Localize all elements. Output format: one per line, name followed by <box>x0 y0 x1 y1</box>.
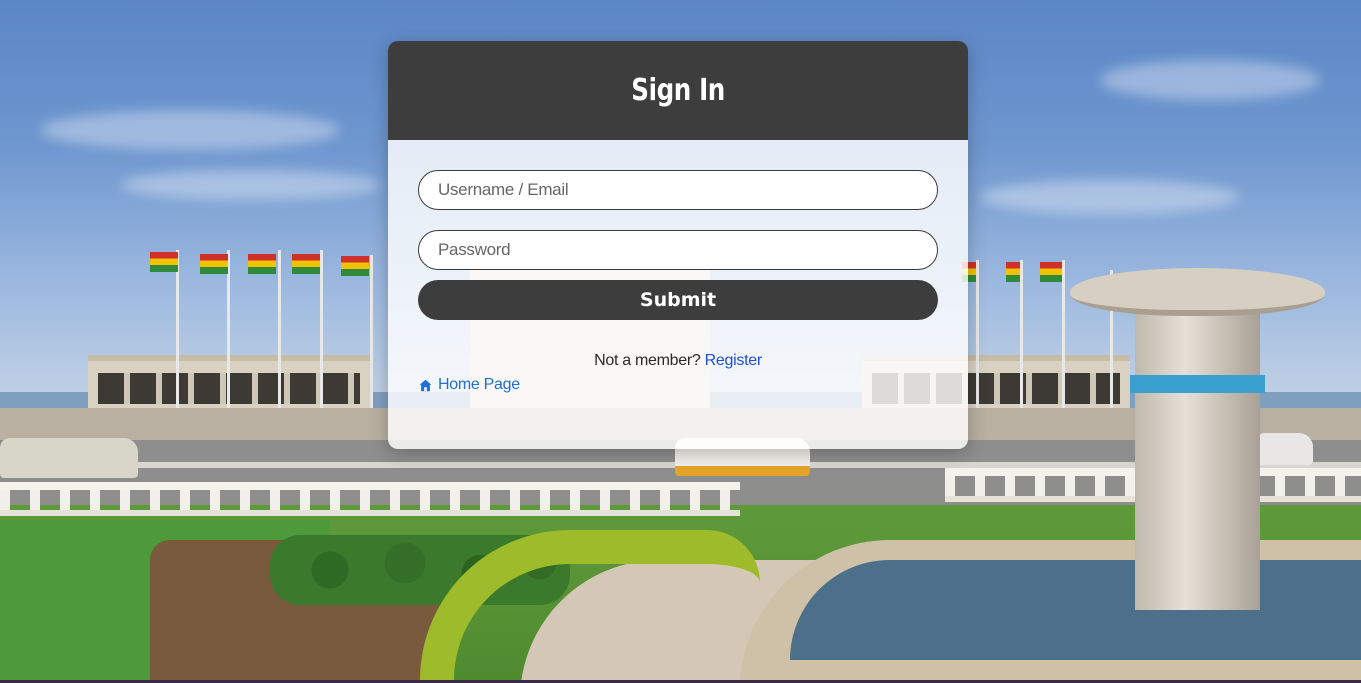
username-input[interactable] <box>418 170 938 210</box>
flag <box>200 254 228 274</box>
cloud <box>120 170 380 200</box>
sign-in-card: Sign In Submit Not a member? Register Ho… <box>388 41 968 449</box>
member-prompt-row: Not a member? Register <box>388 352 968 370</box>
fountain-water <box>790 560 1361 660</box>
cloud <box>980 180 1240 214</box>
fountain-pillar <box>1135 300 1260 610</box>
cloud <box>1100 60 1320 100</box>
flag <box>248 254 276 274</box>
car <box>1255 433 1313 465</box>
car <box>0 438 138 478</box>
password-input[interactable] <box>418 230 938 270</box>
cloud <box>40 110 340 150</box>
card-header: Sign In <box>388 41 968 140</box>
member-prompt: Not a member? <box>594 352 701 369</box>
home-page-label: Home Page <box>438 376 520 393</box>
page-title: Sign In <box>631 73 725 108</box>
fountain-bowl <box>1070 268 1325 316</box>
balustrade <box>0 482 740 516</box>
flag <box>292 254 320 274</box>
register-link[interactable]: Register <box>705 352 762 369</box>
flag <box>1006 262 1020 282</box>
flag <box>150 252 178 272</box>
flag <box>1040 262 1062 282</box>
submit-button[interactable]: Submit <box>418 280 938 320</box>
home-icon <box>419 379 432 392</box>
flag <box>341 256 369 276</box>
card-body: Submit Not a member? Register Home Page <box>388 140 968 449</box>
home-page-link[interactable]: Home Page <box>419 376 520 394</box>
